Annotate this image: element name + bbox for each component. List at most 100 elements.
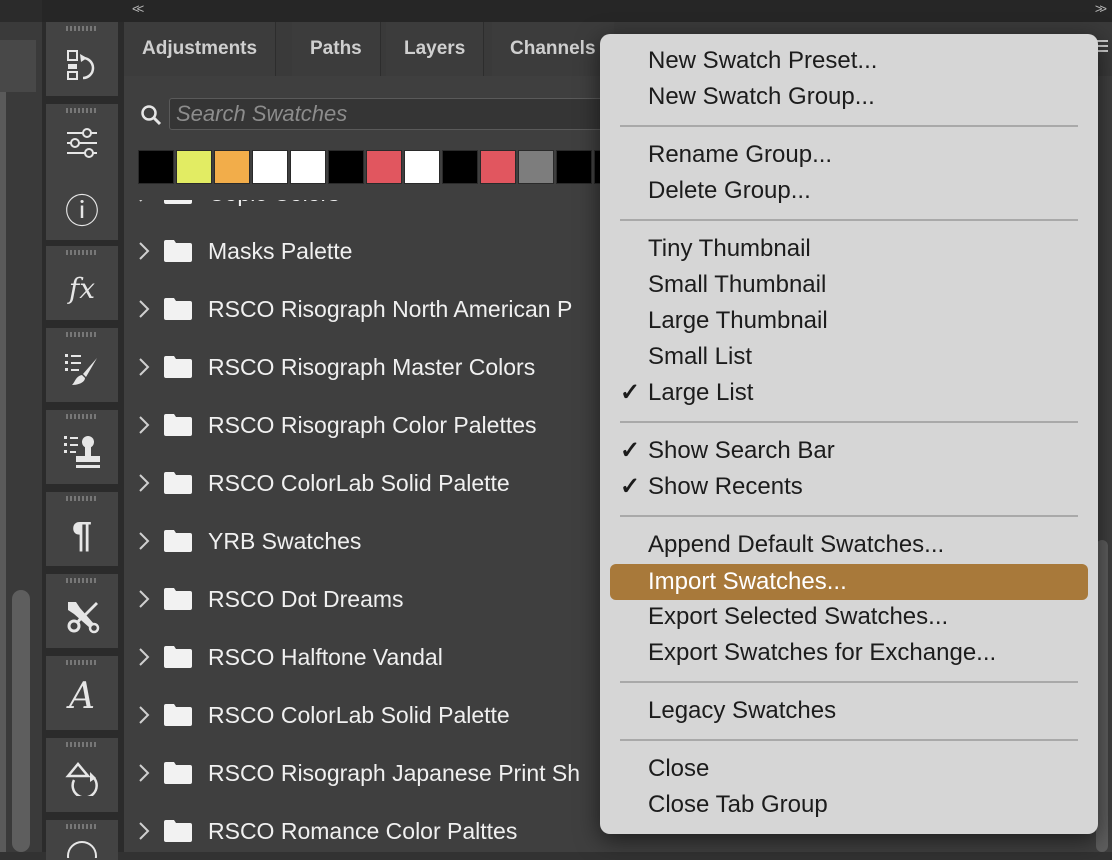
checkmark-icon: ✓: [620, 473, 641, 500]
menu-new-swatch-group[interactable]: New Swatch Group...: [610, 80, 1088, 114]
next-panel-button[interactable]: [46, 820, 118, 860]
menu-separator: [620, 125, 1078, 127]
chevron-right-icon[interactable]: [138, 200, 150, 202]
swatch-group-name: RSCO Dot Dreams: [208, 586, 404, 612]
grip-handle[interactable]: [66, 414, 98, 419]
fx-icon: fx: [68, 272, 96, 305]
menu-large-list[interactable]: ✓ Large List: [610, 376, 1088, 410]
swatch-group-name: RSCO ColorLab Solid Palette: [208, 470, 510, 496]
search-swatches-input[interactable]: [169, 98, 609, 130]
menu-small-thumbnail[interactable]: Small Thumbnail: [610, 268, 1088, 302]
menu-tiny-thumbnail[interactable]: Tiny Thumbnail: [610, 232, 1088, 266]
menu-export-selected-swatches[interactable]: Export Selected Swatches...: [610, 600, 1088, 634]
recent-swatch-chip[interactable]: [480, 150, 516, 184]
shapes-panel-button[interactable]: [46, 738, 118, 812]
chevron-right-icon[interactable]: [138, 588, 150, 608]
folder-icon: [164, 472, 192, 494]
search-icon: [140, 104, 162, 131]
menu-delete-group[interactable]: Delete Group...: [610, 174, 1088, 208]
menu-import-swatches[interactable]: Import Swatches...: [610, 564, 1088, 600]
character-panel-button[interactable]: A: [46, 656, 118, 730]
recent-swatch-chip[interactable]: [556, 150, 592, 184]
menu-show-search-bar[interactable]: ✓ Show Search Bar: [610, 434, 1088, 468]
grip-handle[interactable]: [66, 26, 98, 31]
grip-handle[interactable]: [66, 496, 98, 501]
recent-swatches-row: [138, 150, 632, 186]
tab-layers[interactable]: Layers: [386, 22, 485, 76]
chevron-right-icon[interactable]: [138, 704, 150, 724]
swatch-group-name: Masks Palette: [208, 238, 353, 264]
collapse-left-button[interactable]: <<: [132, 1, 144, 16]
menu-export-swatches-for-exchange[interactable]: Export Swatches for Exchange...: [610, 636, 1088, 670]
left-strip-panel: [0, 40, 36, 92]
history-panel-button[interactable]: [46, 22, 118, 96]
menu-small-list[interactable]: Small List: [610, 340, 1088, 374]
character-icon: A: [69, 676, 95, 717]
menu-close[interactable]: Close: [610, 752, 1088, 786]
folder-icon: [164, 240, 192, 262]
brushes-panel-button[interactable]: [46, 328, 118, 402]
tab-channels[interactable]: Channels: [492, 22, 614, 76]
recent-swatch-chip[interactable]: [290, 150, 326, 184]
chevron-right-icon[interactable]: [138, 530, 150, 550]
recent-swatch-chip[interactable]: [214, 150, 250, 184]
recent-swatch-chip[interactable]: [404, 150, 440, 184]
grip-handle[interactable]: [66, 250, 98, 255]
chevron-right-icon[interactable]: [138, 472, 150, 492]
recent-swatch-chip[interactable]: [442, 150, 478, 184]
menu-show-recents[interactable]: ✓ Show Recents: [610, 470, 1088, 504]
recent-swatch-chip[interactable]: [176, 150, 212, 184]
styles-panel-button[interactable]: fx: [46, 246, 118, 320]
swatch-group-name: RSCO Risograph Color Palettes: [208, 412, 537, 438]
chevron-right-icon[interactable]: [138, 762, 150, 782]
grip-handle[interactable]: [66, 824, 98, 829]
info-icon[interactable]: ⓘ: [46, 184, 118, 233]
menu-large-thumbnail[interactable]: Large Thumbnail: [610, 304, 1088, 338]
clone-source-panel-button[interactable]: [46, 410, 118, 484]
grip-handle[interactable]: [66, 578, 98, 583]
chevron-right-icon[interactable]: [138, 356, 150, 376]
grip-handle[interactable]: [66, 108, 98, 113]
tab-paths[interactable]: Paths: [292, 22, 381, 76]
swatch-group-name: RSCO Romance Color Palttes: [208, 818, 518, 844]
chevron-right-icon[interactable]: [138, 414, 150, 434]
menu-separator: [620, 515, 1078, 517]
chevron-right-icon[interactable]: [138, 298, 150, 318]
left-strip-topbar: [0, 0, 42, 22]
recent-swatch-chip[interactable]: [366, 150, 402, 184]
wrench-screwdriver-icon: [46, 598, 118, 634]
grip-handle[interactable]: [66, 660, 98, 665]
recent-swatch-chip[interactable]: [252, 150, 288, 184]
menu-close-tab-group[interactable]: Close Tab Group: [610, 788, 1088, 822]
menu-new-swatch-preset[interactable]: New Swatch Preset...: [610, 44, 1088, 78]
left-scrollbar[interactable]: [12, 590, 30, 852]
tab-adjustments[interactable]: Adjustments: [124, 22, 277, 76]
adjustments-sliders-icon[interactable]: [46, 128, 118, 158]
properties-panel-group[interactable]: ⓘ: [46, 104, 118, 240]
history-icon: [46, 48, 118, 82]
recent-swatch-chip[interactable]: [518, 150, 554, 184]
chevron-right-icon[interactable]: [138, 240, 150, 260]
grip-handle[interactable]: [66, 332, 98, 337]
grip-handle[interactable]: [66, 742, 98, 747]
menu-separator: [620, 219, 1078, 221]
folder-icon: [164, 588, 192, 610]
collapse-right-button[interactable]: >>: [1095, 1, 1107, 16]
dock-top-bar: << >>: [42, 0, 1112, 22]
menu-append-default-swatches[interactable]: Append Default Swatches...: [610, 528, 1088, 562]
chevron-right-icon[interactable]: [138, 646, 150, 666]
swatch-group-name: RSCO Risograph Japanese Print Sh: [208, 760, 581, 786]
menu-rename-group[interactable]: Rename Group...: [610, 138, 1088, 172]
recent-swatch-chip[interactable]: [138, 150, 174, 184]
swatch-group-name: RSCO ColorLab Solid Palette: [208, 702, 510, 728]
paragraph-panel-button[interactable]: ¶: [46, 492, 118, 566]
folder-icon: [164, 298, 192, 320]
chevron-right-icon[interactable]: [138, 820, 150, 840]
recent-swatch-chip[interactable]: [328, 150, 364, 184]
tool-presets-panel-button[interactable]: [46, 574, 118, 648]
menu-legacy-swatches[interactable]: Legacy Swatches: [610, 694, 1088, 728]
checkmark-icon: ✓: [620, 379, 641, 406]
folder-icon: [164, 200, 192, 204]
brush-icon: [46, 352, 118, 388]
folder-icon: [164, 704, 192, 726]
